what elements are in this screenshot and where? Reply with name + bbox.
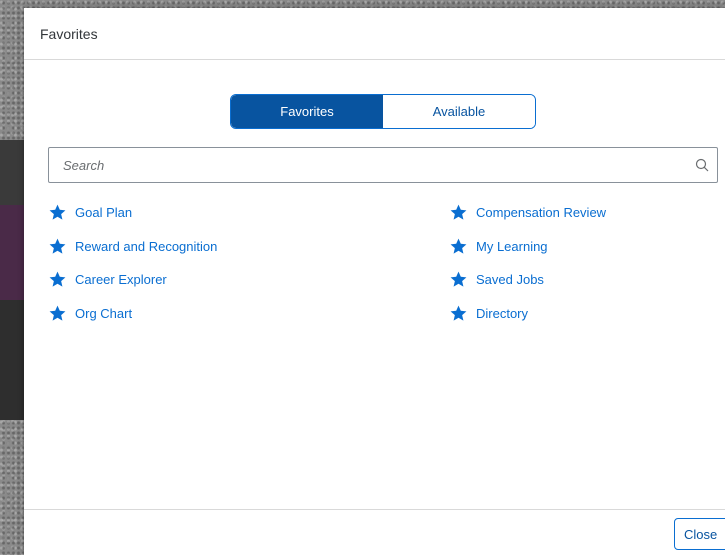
- search-icon[interactable]: [687, 148, 717, 182]
- favorite-label: Reward and Recognition: [75, 238, 218, 254]
- background-strip: [0, 140, 25, 205]
- star-icon: [449, 270, 468, 289]
- favorite-item-directory[interactable]: Directory: [449, 297, 725, 331]
- favorite-label: Compensation Review: [476, 205, 607, 221]
- favorite-item-saved-jobs[interactable]: Saved Jobs: [449, 263, 725, 297]
- background-strip-accent: [0, 205, 25, 300]
- tab-favorites[interactable]: Favorites: [231, 95, 383, 128]
- search-input[interactable]: [49, 148, 687, 182]
- favorites-list-left: Goal Plan Reward and Recognition Career …: [48, 196, 328, 330]
- view-toggle: Favorites Available: [230, 94, 536, 129]
- favorite-label: Goal Plan: [75, 205, 133, 221]
- favorite-label: Career Explorer: [75, 272, 167, 288]
- background-strip-lower: [0, 300, 25, 420]
- star-icon: [48, 270, 67, 289]
- favorite-item-compensation-review[interactable]: Compensation Review: [449, 196, 725, 230]
- favorites-list-right: Compensation Review My Learning Saved Jo…: [449, 196, 725, 330]
- close-button[interactable]: Close: [674, 518, 725, 550]
- dialog-title: Favorites: [40, 25, 98, 42]
- star-icon: [449, 304, 468, 323]
- favorite-item-org-chart[interactable]: Org Chart: [48, 297, 328, 331]
- favorite-item-career-explorer[interactable]: Career Explorer: [48, 263, 328, 297]
- tab-available[interactable]: Available: [383, 95, 535, 128]
- search-field: [48, 147, 718, 183]
- dialog-footer: Close: [24, 509, 725, 555]
- favorite-item-goal-plan[interactable]: Goal Plan: [48, 196, 328, 230]
- favorite-label: Saved Jobs: [476, 272, 544, 288]
- star-icon: [449, 237, 468, 256]
- star-icon: [449, 203, 468, 222]
- star-icon: [48, 304, 67, 323]
- favorite-label: My Learning: [476, 238, 548, 254]
- star-icon: [48, 203, 67, 222]
- favorite-label: Org Chart: [75, 305, 133, 321]
- favorites-dialog: Favorites Favorites Available Goal Plan …: [24, 8, 725, 555]
- favorite-item-my-learning[interactable]: My Learning: [449, 230, 725, 264]
- star-icon: [48, 237, 67, 256]
- favorite-label: Directory: [476, 305, 529, 321]
- favorite-item-reward-and-recognition[interactable]: Reward and Recognition: [48, 230, 328, 264]
- dialog-header: Favorites: [24, 8, 725, 60]
